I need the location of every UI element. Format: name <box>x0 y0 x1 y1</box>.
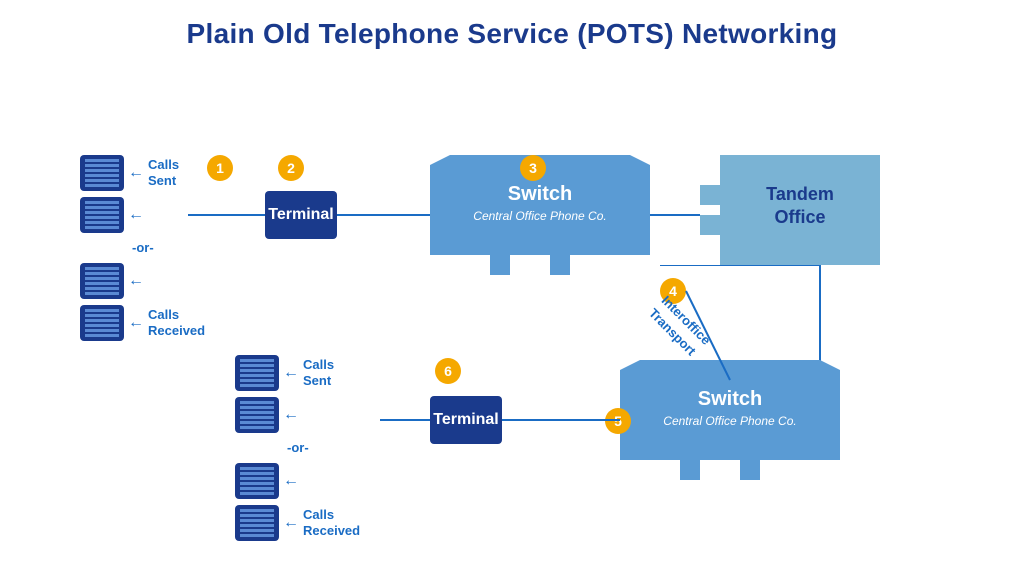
svg-text:Central Office Phone Co.: Central Office Phone Co. <box>473 209 606 223</box>
phone-icon-7 <box>235 463 279 499</box>
svg-text:Office: Office <box>774 207 825 227</box>
top-phone-row-4: ← CallsReceived <box>80 305 205 341</box>
calls-sent-label-bottom: CallsSent <box>303 357 334 388</box>
phone-icon-4 <box>80 305 124 341</box>
calls-sent-label-top: CallsSent <box>148 157 179 188</box>
bottom-phone-row-1: ← CallsSent <box>235 355 360 391</box>
switch-bottom-shape: Switch Central Office Phone Co. <box>620 360 840 480</box>
or-label-bottom: -or- <box>287 439 360 457</box>
calls-received-label-bottom: CallsReceived <box>303 507 360 538</box>
arrow-5: ← <box>283 364 299 382</box>
terminal-1: Terminal <box>265 191 337 239</box>
phone-icon-6 <box>235 397 279 433</box>
top-phone-row-2: ← <box>80 197 205 233</box>
badge-6: 6 <box>435 358 461 384</box>
badge-2: 2 <box>278 155 304 181</box>
bottom-phone-group: ← CallsSent ← -or- ← ← CallsReceived <box>235 355 360 541</box>
top-phone-row-1: ← CallsSent <box>80 155 205 191</box>
arrow-8: ← <box>283 514 299 532</box>
phone-icon-3 <box>80 263 124 299</box>
bottom-phone-row-2: ← <box>235 397 360 433</box>
phone-icon-1 <box>80 155 124 191</box>
bottom-phone-row-4: ← CallsReceived <box>235 505 360 541</box>
arrow-2: ← <box>128 206 144 224</box>
top-phone-group: ← CallsSent ← -or- ← ← CallsReceived <box>80 155 205 341</box>
svg-text:Tandem: Tandem <box>766 184 834 204</box>
terminal-2: Terminal <box>430 396 502 444</box>
page-title: Plain Old Telephone Service (POTS) Netwo… <box>0 0 1024 50</box>
arrow-3: ← <box>128 272 144 290</box>
badge-3: 3 <box>520 155 546 181</box>
arrow-4: ← <box>128 314 144 332</box>
phone-icon-8 <box>235 505 279 541</box>
badge-5: 5 <box>605 408 631 434</box>
calls-received-label-top: CallsReceived <box>148 307 205 338</box>
bottom-phone-row-3: ← <box>235 463 360 499</box>
phone-icon-5 <box>235 355 279 391</box>
or-label-top: -or- <box>132 239 205 257</box>
top-phone-row-3: ← <box>80 263 205 299</box>
arrow-1: ← <box>128 164 144 182</box>
badge-1: 1 <box>207 155 233 181</box>
svg-text:Central Office Phone Co.: Central Office Phone Co. <box>663 414 796 428</box>
svg-text:Switch: Switch <box>508 183 572 205</box>
arrow-7: ← <box>283 472 299 490</box>
arrow-6: ← <box>283 406 299 424</box>
svg-text:Switch: Switch <box>698 388 762 410</box>
diagram-container: Plain Old Telephone Service (POTS) Netwo… <box>0 0 1024 576</box>
phone-icon-2 <box>80 197 124 233</box>
